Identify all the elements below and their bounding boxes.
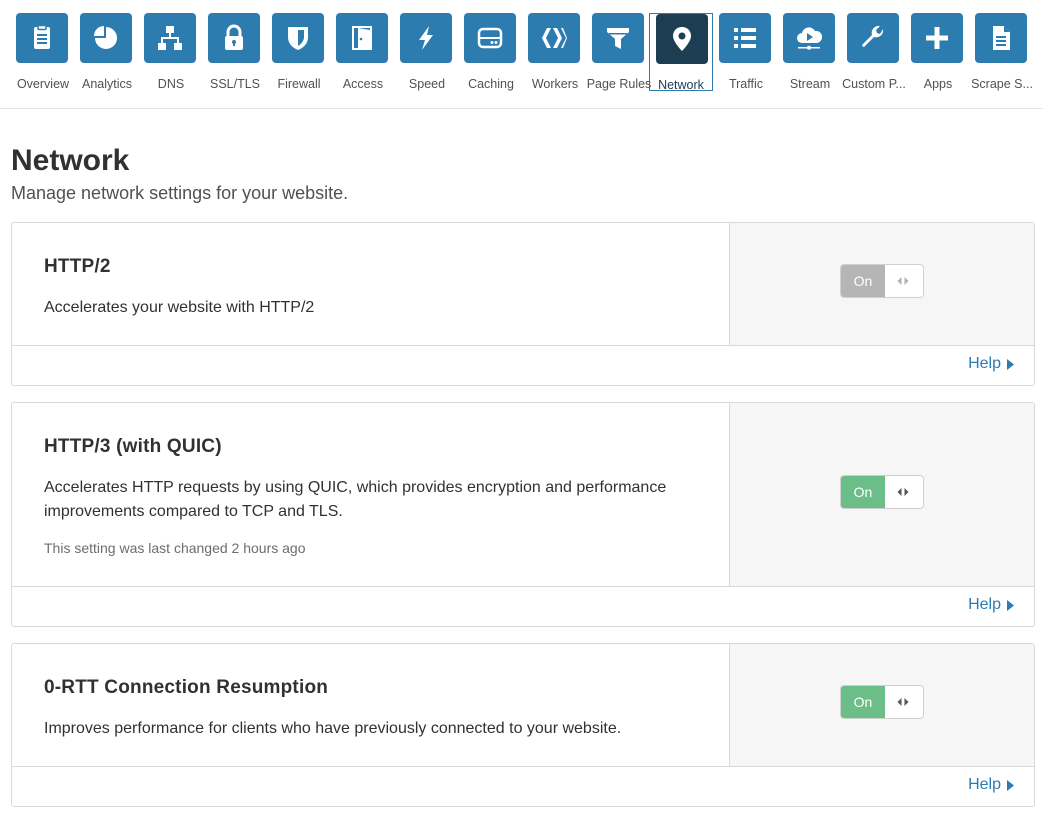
nav-item-stream[interactable]: Stream <box>778 13 842 91</box>
setting-card-footer: Help <box>12 586 1034 626</box>
top-navigation: Overview Analytics DNS SSL/TLS Firewall … <box>0 0 1043 109</box>
caret-right-icon <box>1007 358 1014 370</box>
toggle-handle-icon <box>883 686 923 718</box>
nav-item-network[interactable]: Network <box>649 13 713 92</box>
nav-item-firewall[interactable]: Firewall <box>267 13 331 91</box>
setting-description: Accelerates your website with HTTP/2 <box>44 299 315 316</box>
nav-item-traffic[interactable]: Traffic <box>714 13 778 91</box>
toggle-handle-icon <box>883 476 923 508</box>
setting-card-text: HTTP/2 Accelerates your website with HTT… <box>12 223 729 345</box>
nav-item-apps[interactable]: Apps <box>906 13 970 91</box>
setting-card-footer: Help <box>12 345 1034 385</box>
help-link[interactable]: Help <box>968 776 1014 794</box>
help-label: Help <box>968 596 1001 613</box>
plus-icon <box>911 13 963 63</box>
setting-card-0rtt: 0-RTT Connection Resumption Improves per… <box>11 643 1035 807</box>
server-icon <box>464 13 516 63</box>
page-title: Network <box>11 144 130 177</box>
setting-description: Improves performance for clients who hav… <box>44 720 622 737</box>
wrench-icon <box>847 13 899 63</box>
nav-item-ssl-tls[interactable]: SSL/TLS <box>203 13 267 91</box>
setting-card-http2: HTTP/2 Accelerates your website with HTT… <box>11 222 1035 386</box>
caret-right-icon <box>1007 599 1014 611</box>
setting-title: HTTP/2 <box>44 256 111 277</box>
setting-control-panel: On <box>729 644 1034 766</box>
toggle-handle-icon <box>883 265 923 297</box>
toggle-on-label: On <box>841 265 885 297</box>
caret-right-icon <box>1007 779 1014 791</box>
network-tree-icon <box>144 13 196 63</box>
setting-card-text: 0-RTT Connection Resumption Improves per… <box>12 644 729 766</box>
setting-description: Accelerates HTTP requests by using QUIC,… <box>44 479 667 520</box>
help-link[interactable]: Help <box>968 596 1014 614</box>
setting-card-body: HTTP/3 (with QUIC) Accelerates HTTP requ… <box>12 403 1034 587</box>
help-link[interactable]: Help <box>968 355 1014 373</box>
nav-item-speed[interactable]: Speed <box>395 13 459 91</box>
nav-item-custom-pages[interactable]: Custom P... <box>842 13 906 91</box>
nav-item-access[interactable]: Access <box>331 13 395 91</box>
workers-icon <box>528 13 580 63</box>
http3-toggle[interactable]: On <box>840 475 924 509</box>
nav-item-overview[interactable]: Overview <box>11 13 75 91</box>
setting-card-text: HTTP/3 (with QUIC) Accelerates HTTP requ… <box>12 403 729 586</box>
lock-icon <box>208 13 260 63</box>
setting-card-body: HTTP/2 Accelerates your website with HTT… <box>12 223 1034 346</box>
nav-item-dns[interactable]: DNS <box>139 13 203 91</box>
help-label: Help <box>968 355 1001 372</box>
nav-item-workers[interactable]: Workers <box>523 13 587 91</box>
setting-control-panel: On <box>729 223 1034 345</box>
document-icon <box>16 13 68 63</box>
filter-icon <box>592 13 644 63</box>
shield-icon <box>272 13 324 63</box>
setting-last-changed: This setting was last changed 2 hours ag… <box>44 540 306 556</box>
nav-label: Scrape S... <box>971 77 1033 91</box>
toggle-on-label: On <box>841 476 885 508</box>
setting-title: 0-RTT Connection Resumption <box>44 677 329 698</box>
nav-label: Network <box>658 78 704 92</box>
setting-control-panel: On <box>729 403 1034 586</box>
http2-toggle[interactable]: On <box>840 264 924 298</box>
lightning-icon <box>400 13 452 63</box>
0rtt-toggle[interactable]: On <box>840 685 924 719</box>
file-icon <box>975 13 1027 63</box>
setting-card-http3: HTTP/3 (with QUIC) Accelerates HTTP requ… <box>11 402 1035 627</box>
door-icon <box>336 13 388 63</box>
page-subtitle: Manage network settings for your website… <box>11 183 349 203</box>
list-icon <box>719 13 771 63</box>
help-label: Help <box>968 776 1001 793</box>
setting-card-body: 0-RTT Connection Resumption Improves per… <box>12 644 1034 767</box>
nav-item-page-rules[interactable]: Page Rules <box>587 13 651 91</box>
setting-title: HTTP/3 (with QUIC) <box>44 436 222 457</box>
nav-item-analytics[interactable]: Analytics <box>75 13 139 91</box>
location-pin-icon <box>656 14 708 64</box>
toggle-on-label: On <box>841 686 885 718</box>
nav-item-scrape-shield[interactable]: Scrape S... <box>970 13 1034 91</box>
pie-chart-icon <box>80 13 132 63</box>
cloud-play-icon <box>783 13 835 63</box>
setting-card-footer: Help <box>12 766 1034 806</box>
nav-item-caching[interactable]: Caching <box>459 13 523 91</box>
